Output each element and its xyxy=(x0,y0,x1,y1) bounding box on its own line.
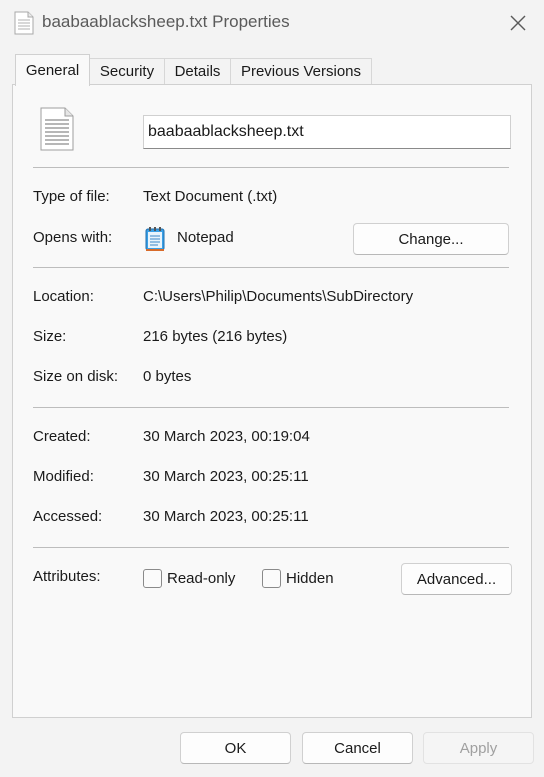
modified-label: Modified: xyxy=(33,468,94,485)
opens-with-label: Opens with: xyxy=(33,229,113,246)
general-panel xyxy=(12,84,532,718)
size-on-disk-value: 0 bytes xyxy=(143,368,192,385)
size-value: 216 bytes (216 bytes) xyxy=(143,328,288,345)
cancel-button[interactable]: Cancel xyxy=(302,732,413,764)
separator xyxy=(33,407,509,408)
readonly-label[interactable]: Read-only xyxy=(167,570,235,587)
modified-value: 30 March 2023, 00:25:11 xyxy=(143,468,309,485)
size-on-disk-label: Size on disk: xyxy=(33,368,119,385)
text-file-icon xyxy=(14,11,34,35)
attributes-label: Attributes: xyxy=(33,568,101,585)
location-value: C:\Users\Philip\Documents\SubDirectory xyxy=(143,288,414,305)
created-value: 30 March 2023, 00:19:04 xyxy=(143,428,310,445)
title-bar: baabaablacksheep.txt Properties xyxy=(0,0,544,46)
text-file-icon xyxy=(40,107,74,151)
notepad-icon xyxy=(145,226,165,252)
hidden-label[interactable]: Hidden xyxy=(286,570,334,587)
location-label: Location: xyxy=(33,288,94,305)
tab-general[interactable]: General xyxy=(15,54,90,86)
tab-label: Previous Versions xyxy=(240,63,362,80)
window-title: baabaablacksheep.txt Properties xyxy=(42,12,290,31)
size-label: Size: xyxy=(33,328,67,345)
tab-label: General xyxy=(25,62,80,79)
type-label: Type of file: xyxy=(33,188,110,205)
advanced-button[interactable]: Advanced... xyxy=(401,563,512,595)
tab-previous-versions[interactable]: Previous Versions xyxy=(230,58,372,84)
opens-with-value: Notepad xyxy=(177,229,234,246)
accessed-label: Accessed: xyxy=(33,508,103,525)
hidden-checkbox[interactable] xyxy=(262,569,281,588)
accessed-value: 30 March 2023, 00:25:11 xyxy=(143,508,309,525)
separator xyxy=(33,167,509,168)
close-button[interactable] xyxy=(500,6,536,40)
change-button[interactable]: Change... xyxy=(353,223,509,255)
apply-button[interactable]: Apply xyxy=(423,732,534,764)
created-label: Created: xyxy=(33,428,91,445)
tab-details[interactable]: Details xyxy=(164,58,231,84)
readonly-checkbox[interactable] xyxy=(143,569,162,588)
file-name-input[interactable] xyxy=(143,115,511,149)
separator xyxy=(33,267,509,268)
separator xyxy=(33,547,509,548)
close-icon xyxy=(510,15,526,31)
tab-label: Security xyxy=(99,63,155,80)
ok-button[interactable]: OK xyxy=(180,732,291,764)
type-value: Text Document (.txt) xyxy=(143,188,278,205)
tab-label: Details xyxy=(174,63,221,80)
tab-security[interactable]: Security xyxy=(89,58,165,84)
